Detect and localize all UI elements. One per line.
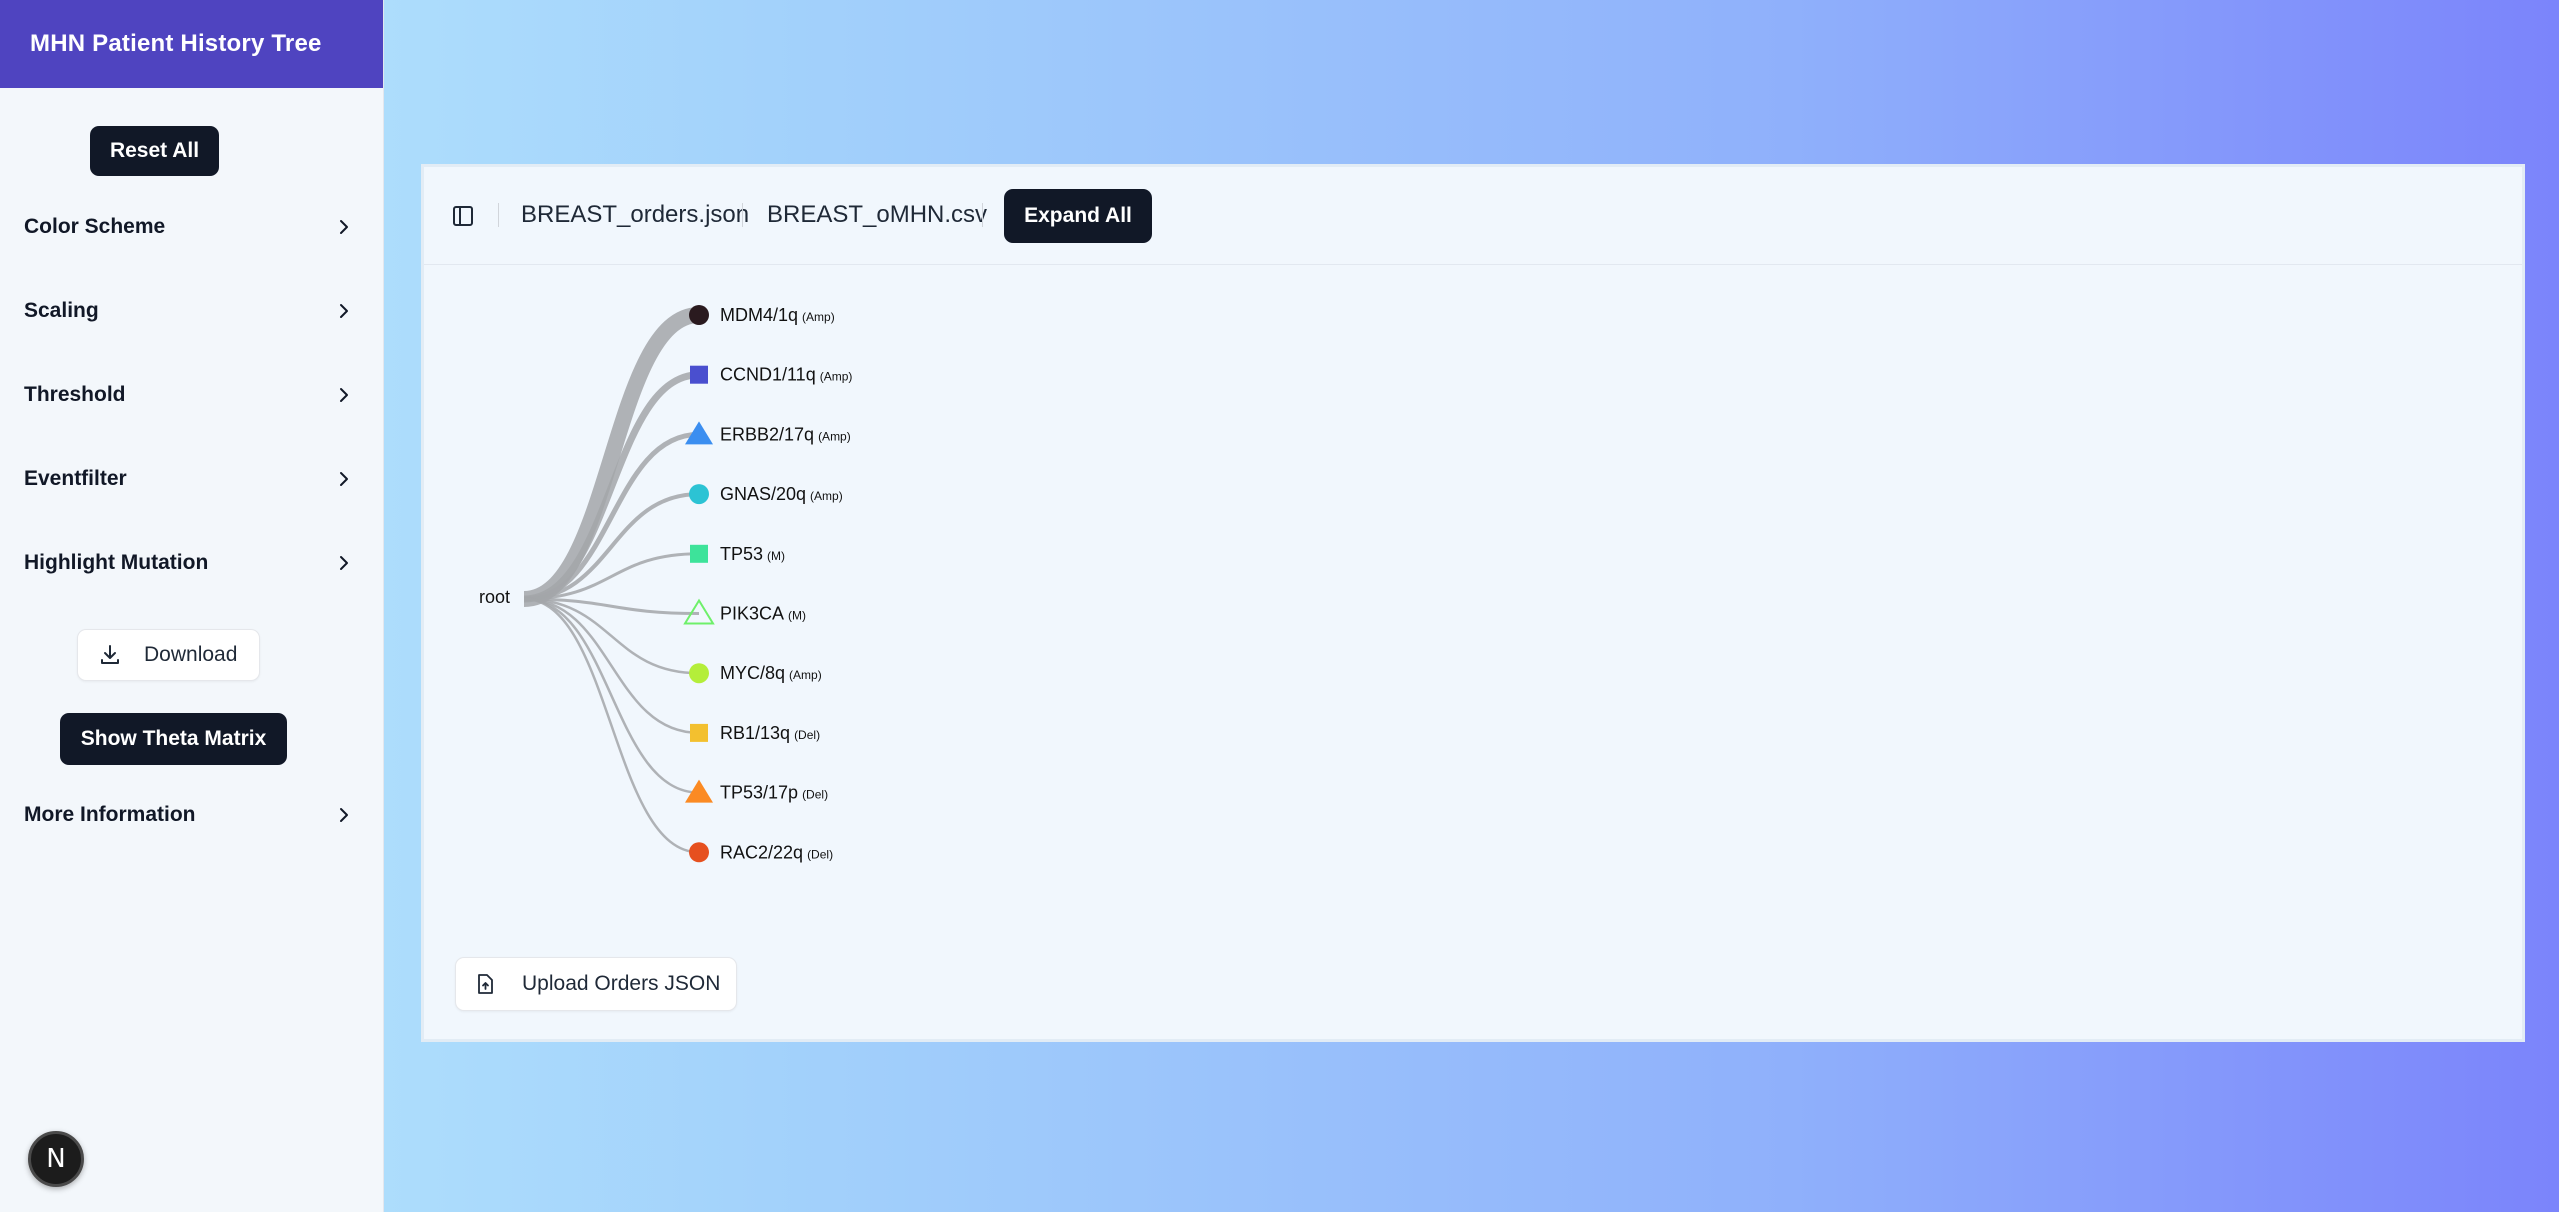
tree-link [523, 597, 700, 675]
menu-highlight-mutation[interactable]: Highlight Mutation [24, 543, 354, 583]
tree-panel: BREAST_orders.json BREAST_oMHN.csv Expan… [421, 164, 2525, 1042]
download-icon [101, 645, 119, 664]
download-button[interactable]: Download [77, 629, 260, 681]
tree-node[interactable]: RAC2/22q (Del) [689, 842, 833, 863]
tree-nodes: MDM4/1q (Amp) CCND1/11q (Amp) ERBB2/17q (Amp)… [683, 305, 852, 863]
badge-letter: N [46, 1144, 66, 1174]
square-node-marker[interactable] [690, 365, 708, 384]
nextjs-badge-icon[interactable]: N [28, 1131, 84, 1187]
tree-node[interactable]: PIK3CA (M) [683, 598, 806, 625]
node-label: CCND1/11q (Amp) [720, 365, 852, 385]
upload-label: Upload Orders JSON [522, 972, 721, 995]
tree-node[interactable]: ERBB2/17q (Amp) [685, 421, 851, 445]
reset-all-button[interactable]: Reset All [90, 126, 219, 176]
circle-node-marker[interactable] [689, 305, 709, 325]
menu-scaling[interactable]: Scaling [24, 291, 354, 331]
tree-links [523, 307, 700, 854]
show-theta-matrix-button[interactable]: Show Theta Matrix [60, 713, 287, 765]
tree-node[interactable]: TP53/17p (Del) [685, 779, 828, 803]
tree-node[interactable]: MYC/8q (Amp) [689, 663, 822, 684]
tree-node[interactable]: GNAS/20q (Amp) [689, 484, 843, 505]
menu-more-information[interactable]: More Information [24, 795, 354, 835]
tree-node[interactable]: MDM4/1q (Amp) [689, 305, 835, 325]
chevron-right-icon [340, 472, 348, 486]
square-node-marker[interactable] [690, 723, 708, 742]
menu-label: Scaling [24, 299, 99, 322]
chevron-right-icon [340, 304, 348, 318]
tree-node[interactable]: TP53 (M) [690, 544, 785, 564]
sidebar: MHN Patient History Tree Reset All Color… [0, 0, 384, 1212]
chevron-right-icon [340, 556, 348, 570]
history-tree: MDM4/1q (Amp) CCND1/11q (Amp) ERBB2/17q (Amp)… [479, 305, 852, 863]
node-label: ERBB2/17q (Amp) [720, 424, 851, 444]
circle-node-marker[interactable] [689, 663, 709, 684]
node-label: RAC2/22q (Del) [720, 842, 833, 862]
tree-link [523, 597, 700, 794]
node-label: MYC/8q (Amp) [720, 663, 822, 683]
menu-eventfilter[interactable]: Eventfilter [24, 459, 354, 499]
menu-threshold[interactable]: Threshold [24, 375, 354, 415]
node-label: MDM4/1q (Amp) [720, 305, 835, 325]
node-label: RB1/13q (Del) [720, 723, 820, 743]
menu-label: Color Scheme [24, 215, 166, 238]
tree-link [523, 597, 700, 735]
download-label: Download [144, 643, 238, 666]
menu-label: Highlight Mutation [24, 551, 209, 574]
app-title: MHN Patient History Tree [0, 0, 383, 88]
file-upload-icon [478, 974, 493, 994]
menu-color-scheme[interactable]: Color Scheme [24, 207, 354, 247]
tree-node[interactable]: RB1/13q (Del) [690, 723, 820, 743]
chevron-right-icon [340, 808, 348, 822]
chevron-right-icon [340, 388, 348, 402]
circle-node-marker[interactable] [689, 842, 709, 863]
node-label: GNAS/20q (Amp) [720, 484, 843, 504]
node-label: PIK3CA (M) [720, 604, 806, 624]
tree-link [523, 371, 700, 603]
upload-orders-button[interactable]: Upload Orders JSON [455, 957, 737, 1011]
node-label: TP53 (M) [720, 544, 785, 564]
root-label: root [479, 587, 510, 607]
node-label: TP53/17p (Del) [720, 783, 828, 803]
menu-label: Eventfilter [24, 467, 127, 490]
menu-label: More Information [24, 803, 196, 826]
menu-label: Threshold [24, 383, 126, 406]
square-node-marker[interactable] [690, 544, 708, 563]
chevron-right-icon [340, 220, 348, 234]
tree-node[interactable]: CCND1/11q (Amp) [690, 365, 852, 385]
circle-node-marker[interactable] [689, 484, 709, 505]
